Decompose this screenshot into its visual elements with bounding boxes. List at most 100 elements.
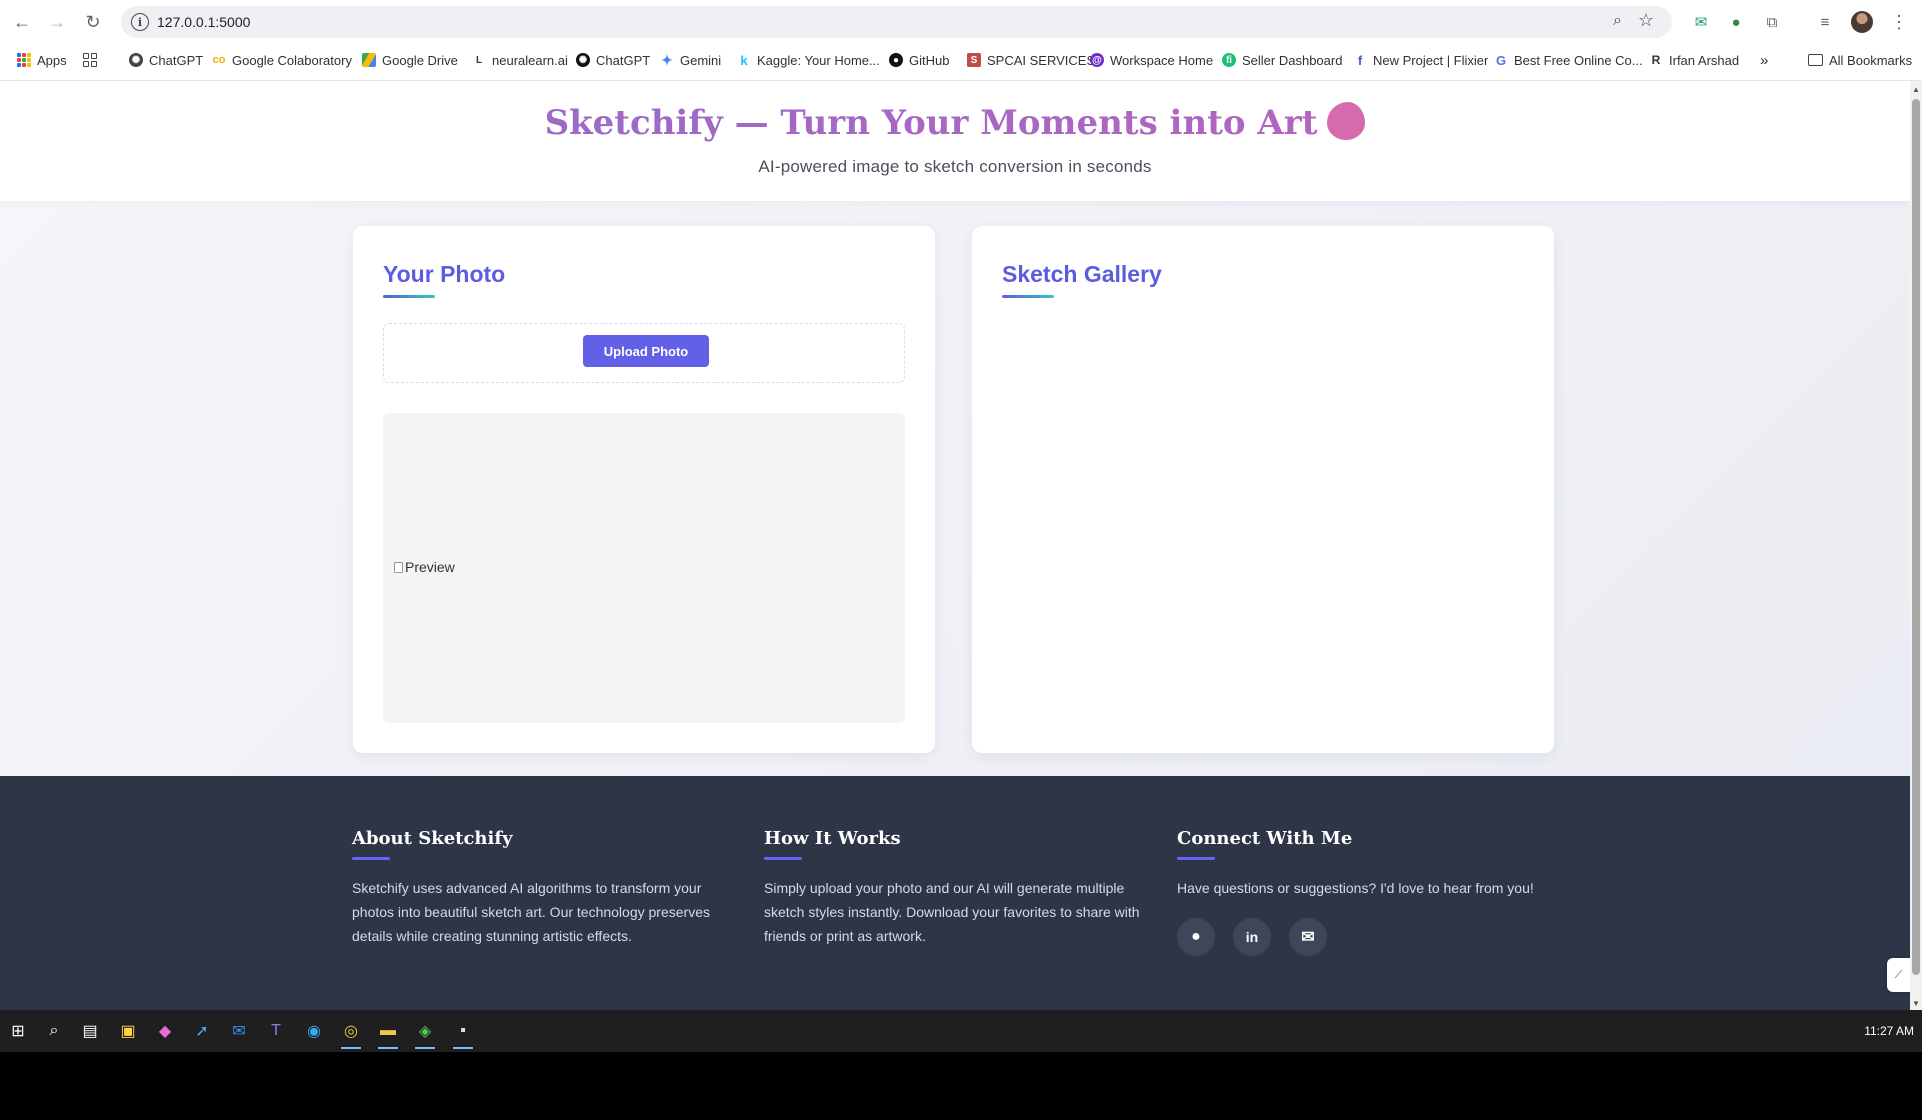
bookmark-label: Seller Dashboard <box>1242 52 1343 68</box>
bookmark-github[interactable]: ● GitHub <box>889 50 949 70</box>
linkedin-icon[interactable]: in <box>1233 918 1271 956</box>
store-icon[interactable]: ▣ <box>114 1017 142 1045</box>
footer-about-title: About Sketchify <box>352 828 513 849</box>
footer-how-title: How It Works <box>764 828 901 849</box>
mail-icon[interactable]: ✉ <box>225 1017 253 1045</box>
edge-icon[interactable]: ◉ <box>300 1017 328 1045</box>
extension-globe-icon[interactable]: ● <box>1726 12 1746 32</box>
workspace-icon: @ <box>1090 53 1104 67</box>
scrollbar-thumb[interactable] <box>1912 99 1920 975</box>
gallery-card-title: Sketch Gallery <box>1002 261 1162 287</box>
spcai-icon: S <box>967 53 981 67</box>
media-control-icon[interactable]: ≡ <box>1815 12 1835 32</box>
extensions-puzzle-icon[interactable]: ⧉ <box>1762 12 1782 32</box>
search-icon[interactable]: ⌕ <box>40 1017 68 1045</box>
tab-groups-icon <box>83 53 97 67</box>
footer-connect-title: Connect With Me <box>1177 828 1353 849</box>
screen-bottom-area <box>0 1052 1922 1120</box>
bookmark-seller-dashboard[interactable]: fi Seller Dashboard <box>1222 50 1342 70</box>
address-bar[interactable]: i 127.0.0.1:5000 ⌕ ☆ <box>121 6 1672 38</box>
bookmark-tab-groups[interactable] <box>83 50 97 70</box>
page-title-text: Sketchify — Turn Your Moments into Art <box>544 103 1318 143</box>
browser-menu-icon[interactable]: ⋮ <box>1889 12 1909 32</box>
extension-mail-icon[interactable]: ✉ <box>1691 12 1711 32</box>
bookmark-chatgpt[interactable]: ✺ ChatGPT <box>129 50 203 70</box>
bookmark-label: ChatGPT <box>149 52 204 68</box>
bookmark-workspace[interactable]: @ Workspace Home <box>1090 50 1213 70</box>
bookmark-spcai[interactable]: S SPCAI SERVICES <box>967 50 1095 70</box>
copilot-icon[interactable]: ◆ <box>151 1017 179 1045</box>
all-bookmarks-button[interactable]: All Bookmarks <box>1808 50 1912 70</box>
url-text[interactable]: 127.0.0.1:5000 <box>157 14 250 30</box>
bookmark-irfan-arshad[interactable]: R Irfan Arshad <box>1649 50 1739 70</box>
side-panel-tab[interactable]: ⟋ <box>1887 958 1910 992</box>
drive-icon <box>362 53 376 67</box>
windows-start-icon[interactable]: ⊞ <box>4 1017 32 1045</box>
palette-icon <box>1327 102 1366 140</box>
scroll-up-icon[interactable]: ▲ <box>1912 85 1920 94</box>
bookmarks-overflow-icon[interactable]: » <box>1760 50 1768 70</box>
preview-broken-image: Preview <box>394 559 455 575</box>
flixier-icon: f <box>1357 52 1363 68</box>
github-icon[interactable]: ● <box>1177 918 1215 956</box>
apps-grid-icon <box>17 53 31 67</box>
bookmark-chatgpt-2[interactable]: ✺ ChatGPT <box>576 50 650 70</box>
chrome-icon[interactable]: ◎ <box>337 1017 365 1049</box>
bookmark-label: Best Free Online Co... <box>1514 52 1643 68</box>
bookmark-gemini[interactable]: ✦ Gemini <box>660 50 721 70</box>
preview-alt-text: Preview <box>405 559 455 575</box>
site-info-icon[interactable]: i <box>131 13 149 31</box>
g-icon: G <box>1495 52 1507 68</box>
back-icon[interactable]: ← <box>9 9 35 35</box>
bookmark-kaggle[interactable]: k Kaggle: Your Home... <box>737 50 880 70</box>
site-footer: About Sketchify Sketchify uses advanced … <box>0 776 1910 1010</box>
upload-photo-button[interactable]: Upload Photo <box>583 335 709 367</box>
page-scrollbar[interactable]: ▲ ▼ <box>1910 81 1922 1010</box>
bookmark-label: Kaggle: Your Home... <box>757 52 880 68</box>
openai-icon: ✺ <box>129 53 143 67</box>
scroll-down-icon[interactable]: ▼ <box>1912 999 1920 1008</box>
footer-how: How It Works Simply upload your photo an… <box>764 828 1144 948</box>
bookmark-star-icon[interactable]: ☆ <box>1638 10 1654 31</box>
bookmark-best-free-online[interactable]: G Best Free Online Co... <box>1494 50 1643 70</box>
browser-chrome: ← → ↻ i 127.0.0.1:5000 ⌕ ☆ ✉ ● ⧉ ≡ ⋮ App… <box>0 0 1922 81</box>
openai-icon: ✺ <box>576 53 590 67</box>
bookmark-label: ChatGPT <box>596 52 651 68</box>
bookmark-label: SPCAI SERVICES <box>987 52 1096 68</box>
os-taskbar: ⊞ ⌕ ▤ ▣ ◆ ➚ ✉ T ◉ ◎ ▬ ◈ ▪ 11:27 AM <box>0 1010 1922 1052</box>
broken-image-icon <box>394 561 403 573</box>
kaggle-icon: k <box>740 52 748 68</box>
bookmark-label: New Project | Flixier <box>1373 52 1489 68</box>
bookmark-label: Apps <box>37 52 67 68</box>
bookmark-drive[interactable]: Google Drive <box>362 50 458 70</box>
profile-avatar[interactable] <box>1851 11 1873 33</box>
bookmark-colab[interactable]: co Google Colaboratory <box>212 50 352 70</box>
all-bookmarks-label: All Bookmarks <box>1829 52 1913 68</box>
zoom-icon[interactable]: ⌕ <box>1613 12 1622 30</box>
teams-icon[interactable]: T <box>262 1017 290 1045</box>
page-title: Sketchify — Turn Your Moments into Art <box>0 102 1910 144</box>
overflow-label: » <box>1760 51 1769 69</box>
email-icon[interactable]: ✉ <box>1289 918 1327 956</box>
task-view-icon[interactable]: ▤ <box>76 1017 104 1045</box>
footer-underline <box>1177 857 1215 860</box>
terminal-icon[interactable]: ▪ <box>449 1017 477 1049</box>
bookmark-label: neuralearn.ai <box>492 52 568 68</box>
upload-dropzone[interactable]: Upload Photo <box>383 323 905 383</box>
neuralearn-icon: L <box>475 54 483 66</box>
reload-icon[interactable]: ↻ <box>80 9 106 35</box>
taskbar-clock[interactable]: 11:27 AM <box>1864 1024 1914 1038</box>
upload-card: Your Photo Upload Photo Preview <box>353 226 935 753</box>
bookmark-label: Gemini <box>680 52 722 68</box>
app-icon[interactable]: ➚ <box>188 1017 216 1045</box>
forward-icon[interactable]: → <box>44 9 70 35</box>
bookmark-label: GitHub <box>909 52 950 68</box>
bookmark-flixier[interactable]: f New Project | Flixier <box>1353 50 1489 70</box>
bookmark-apps[interactable]: Apps <box>17 50 67 70</box>
file-explorer-icon[interactable]: ▬ <box>374 1017 402 1049</box>
bookmarks-bar: Apps ✺ ChatGPT co Google Colaboratory Go… <box>0 46 1922 74</box>
footer-about-text: Sketchify uses advanced AI algorithms to… <box>352 880 710 944</box>
app-green-icon[interactable]: ◈ <box>411 1017 439 1049</box>
bookmark-neuralearn[interactable]: L neuralearn.ai <box>472 50 568 70</box>
bookmark-label: Google Drive <box>382 52 458 68</box>
